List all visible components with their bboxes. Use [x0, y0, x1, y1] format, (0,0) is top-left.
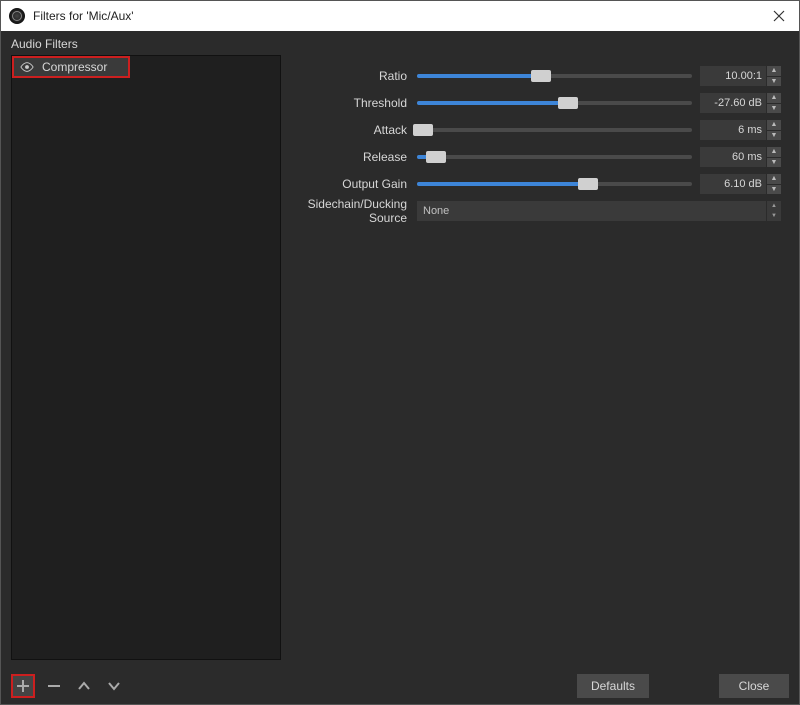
- chevron-up-icon[interactable]: ▲: [767, 174, 781, 185]
- visibility-eye-icon[interactable]: [20, 62, 34, 72]
- select-sidechain-arrows[interactable]: ▲ ▼: [767, 201, 781, 221]
- label-sidechain: Sidechain/Ducking Source: [299, 197, 417, 225]
- chevron-up-icon[interactable]: ▲: [767, 93, 781, 104]
- spinner-output-gain[interactable]: ▲ ▼: [767, 174, 781, 194]
- row-attack: Attack 6 ms ▲ ▼: [299, 119, 781, 141]
- value-ratio[interactable]: 10.00:1: [700, 66, 766, 86]
- main-area: Compressor Ratio 10.00:1 ▲ ▼: [1, 55, 799, 668]
- plus-icon: [16, 679, 30, 693]
- slider-attack[interactable]: [417, 120, 692, 140]
- chevron-down-icon[interactable]: ▼: [767, 131, 781, 141]
- obs-logo-icon: [9, 8, 25, 24]
- label-threshold: Threshold: [299, 96, 417, 110]
- chevron-down-icon: ▼: [767, 211, 781, 221]
- label-release: Release: [299, 150, 417, 164]
- chevron-up-icon: ▲: [767, 201, 781, 211]
- chevron-up-icon: [77, 681, 91, 691]
- remove-filter-button[interactable]: [43, 675, 65, 697]
- bottom-toolbar: Defaults Close: [1, 668, 799, 704]
- close-icon: [773, 10, 785, 22]
- minus-icon: [47, 679, 61, 693]
- chevron-down-icon[interactable]: ▼: [767, 185, 781, 195]
- chevron-up-icon[interactable]: ▲: [767, 66, 781, 77]
- spinner-release[interactable]: ▲ ▼: [767, 147, 781, 167]
- chevron-down-icon[interactable]: ▼: [767, 158, 781, 168]
- move-down-button[interactable]: [103, 675, 125, 697]
- move-up-button[interactable]: [73, 675, 95, 697]
- label-output-gain: Output Gain: [299, 177, 417, 191]
- value-output-gain[interactable]: 6.10 dB: [700, 174, 766, 194]
- content-area: Audio Filters Compressor Ratio: [1, 31, 799, 668]
- slider-output-gain[interactable]: [417, 174, 692, 194]
- properties-panel: Ratio 10.00:1 ▲ ▼ Threshold: [281, 55, 789, 660]
- slider-threshold[interactable]: [417, 93, 692, 113]
- row-ratio: Ratio 10.00:1 ▲ ▼: [299, 65, 781, 87]
- filters-dialog: Filters for 'Mic/Aux' Audio Filters Comp: [0, 0, 800, 705]
- titlebar: Filters for 'Mic/Aux': [1, 1, 799, 31]
- defaults-button[interactable]: Defaults: [577, 674, 649, 698]
- close-button[interactable]: Close: [719, 674, 789, 698]
- chevron-down-icon[interactable]: ▼: [767, 104, 781, 114]
- filter-list[interactable]: Compressor: [11, 55, 281, 660]
- chevron-down-icon[interactable]: ▼: [767, 77, 781, 87]
- spinner-ratio[interactable]: ▲ ▼: [767, 66, 781, 86]
- value-threshold[interactable]: -27.60 dB: [700, 93, 766, 113]
- filter-item-label: Compressor: [42, 60, 107, 74]
- select-sidechain[interactable]: None: [417, 201, 766, 221]
- window-close-button[interactable]: [767, 8, 791, 24]
- section-label: Audio Filters: [1, 31, 799, 55]
- value-attack[interactable]: 6 ms: [700, 120, 766, 140]
- label-attack: Attack: [299, 123, 417, 137]
- window-title: Filters for 'Mic/Aux': [33, 9, 134, 23]
- spinner-attack[interactable]: ▲ ▼: [767, 120, 781, 140]
- slider-release[interactable]: [417, 147, 692, 167]
- chevron-up-icon[interactable]: ▲: [767, 147, 781, 158]
- add-filter-button[interactable]: [11, 674, 35, 698]
- filter-item-compressor[interactable]: Compressor: [12, 56, 130, 78]
- row-sidechain: Sidechain/Ducking Source None ▲ ▼: [299, 200, 781, 222]
- row-threshold: Threshold -27.60 dB ▲ ▼: [299, 92, 781, 114]
- chevron-up-icon[interactable]: ▲: [767, 120, 781, 131]
- chevron-down-icon: [107, 681, 121, 691]
- value-release[interactable]: 60 ms: [700, 147, 766, 167]
- spinner-threshold[interactable]: ▲ ▼: [767, 93, 781, 113]
- row-output-gain: Output Gain 6.10 dB ▲ ▼: [299, 173, 781, 195]
- filter-tools: [11, 674, 125, 698]
- label-ratio: Ratio: [299, 69, 417, 83]
- select-sidechain-value: None: [423, 205, 449, 217]
- slider-ratio[interactable]: [417, 66, 692, 86]
- row-release: Release 60 ms ▲ ▼: [299, 146, 781, 168]
